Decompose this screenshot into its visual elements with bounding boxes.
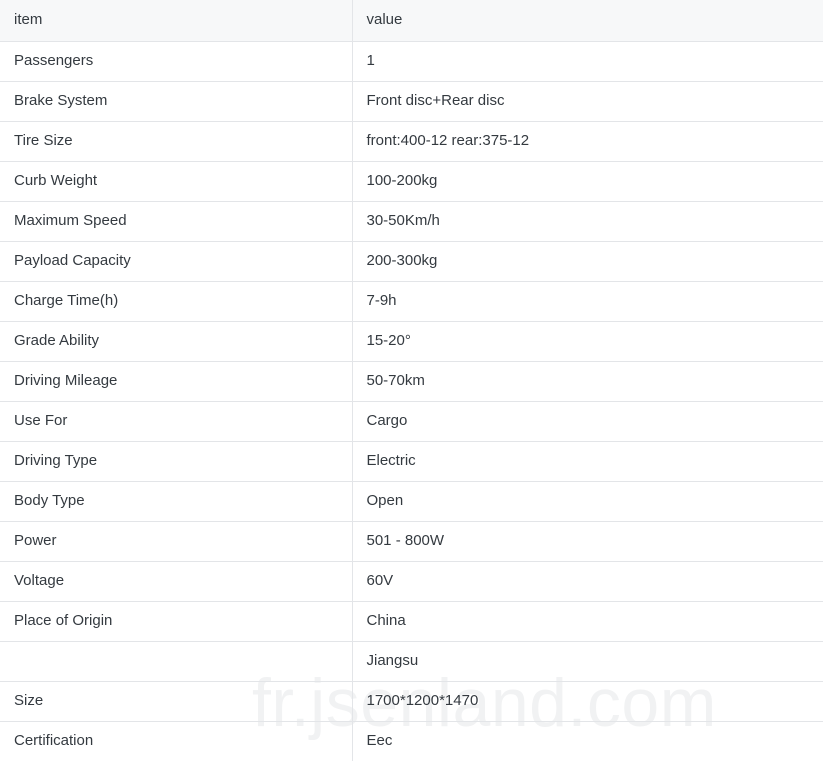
table-cell-value: 7-9h (352, 280, 823, 322)
table-row: Driving Mileage 50-70km (0, 360, 823, 402)
table-cell-value: Front disc+Rear disc (352, 80, 823, 122)
table-header: item value (0, 0, 823, 42)
table-cell-item: Curb Weight (0, 160, 353, 202)
table-row: Voltage 60V (0, 560, 823, 602)
table-cell-value: 60V (352, 560, 823, 602)
table-row: Place of Origin China (0, 600, 823, 642)
table-cell-value: 1 (352, 41, 823, 82)
table-cell-item: Payload Capacity (0, 240, 353, 282)
table-row: Tire Size front:400-12 rear:375-12 (0, 120, 823, 162)
table-cell-value: 30-50Km/h (352, 200, 823, 242)
table-cell-item: Brake System (0, 80, 353, 122)
table-cell-item: Driving Mileage (0, 360, 353, 402)
table-cell-value: Jiangsu (352, 640, 823, 682)
table-cell-value: Electric (352, 440, 823, 482)
table-cell-item (0, 640, 353, 682)
table-cell-item: Place of Origin (0, 600, 353, 642)
table-cell-value: 100-200kg (352, 160, 823, 202)
table-cell-item: Voltage (0, 560, 353, 602)
table-cell-value: Open (352, 480, 823, 522)
table-row: Driving Type Electric (0, 440, 823, 482)
table-row: Grade Ability 15-20° (0, 320, 823, 362)
table-cell-item: Size (0, 680, 353, 722)
table-row: Charge Time(h) 7-9h (0, 280, 823, 322)
table-cell-item: Passengers (0, 41, 353, 82)
table-body: Passengers 1 Brake System Front disc+Rear d… (0, 41, 823, 761)
table-cell-item: Certification (0, 720, 353, 761)
table-cell-item: Use For (0, 400, 353, 442)
table-row: Passengers 1 (0, 41, 823, 82)
table-cell-value: front:400-12 rear:375-12 (352, 120, 823, 162)
table-cell-item: Charge Time(h) (0, 280, 353, 322)
table-cell-value: 1700*1200*1470 (352, 680, 823, 722)
table-cell-item: Power (0, 520, 353, 562)
table-cell-value: Eec (352, 720, 823, 761)
table-row: Certification Eec (0, 720, 823, 761)
table-row: Body Type Open (0, 480, 823, 522)
table-cell-item: Grade Ability (0, 320, 353, 362)
table-cell-value: Cargo (352, 400, 823, 442)
table-cell-value: 50-70km (352, 360, 823, 402)
table-cell-value: China (352, 600, 823, 642)
table-cell-item: Maximum Speed (0, 200, 353, 242)
table-row: Payload Capacity 200-300kg (0, 240, 823, 282)
table-row: Jiangsu (0, 640, 823, 682)
table-cell-item: Driving Type (0, 440, 353, 482)
table-row: Curb Weight 100-200kg (0, 160, 823, 202)
table-row: Power 501 - 800W (0, 520, 823, 562)
table-row: Size 1700*1200*1470 (0, 680, 823, 722)
table-row: Brake System Front disc+Rear disc (0, 80, 823, 122)
table-row: Use For Cargo (0, 400, 823, 442)
column-header-item: item (0, 0, 353, 42)
specification-table-page: fr.jsenland.com item value Passengers 1 Br… (0, 0, 823, 761)
table-header-row: item value (0, 0, 823, 42)
table-cell-value: 200-300kg (352, 240, 823, 282)
table-row: Maximum Speed 30-50Km/h (0, 200, 823, 242)
column-header-value: value (352, 0, 823, 42)
table-cell-value: 501 - 800W (352, 520, 823, 562)
table-cell-item: Tire Size (0, 120, 353, 162)
table-cell-value: 15-20° (352, 320, 823, 362)
table-cell-item: Body Type (0, 480, 353, 522)
specification-table: item value Passengers 1 Brake System Front … (0, 0, 823, 761)
